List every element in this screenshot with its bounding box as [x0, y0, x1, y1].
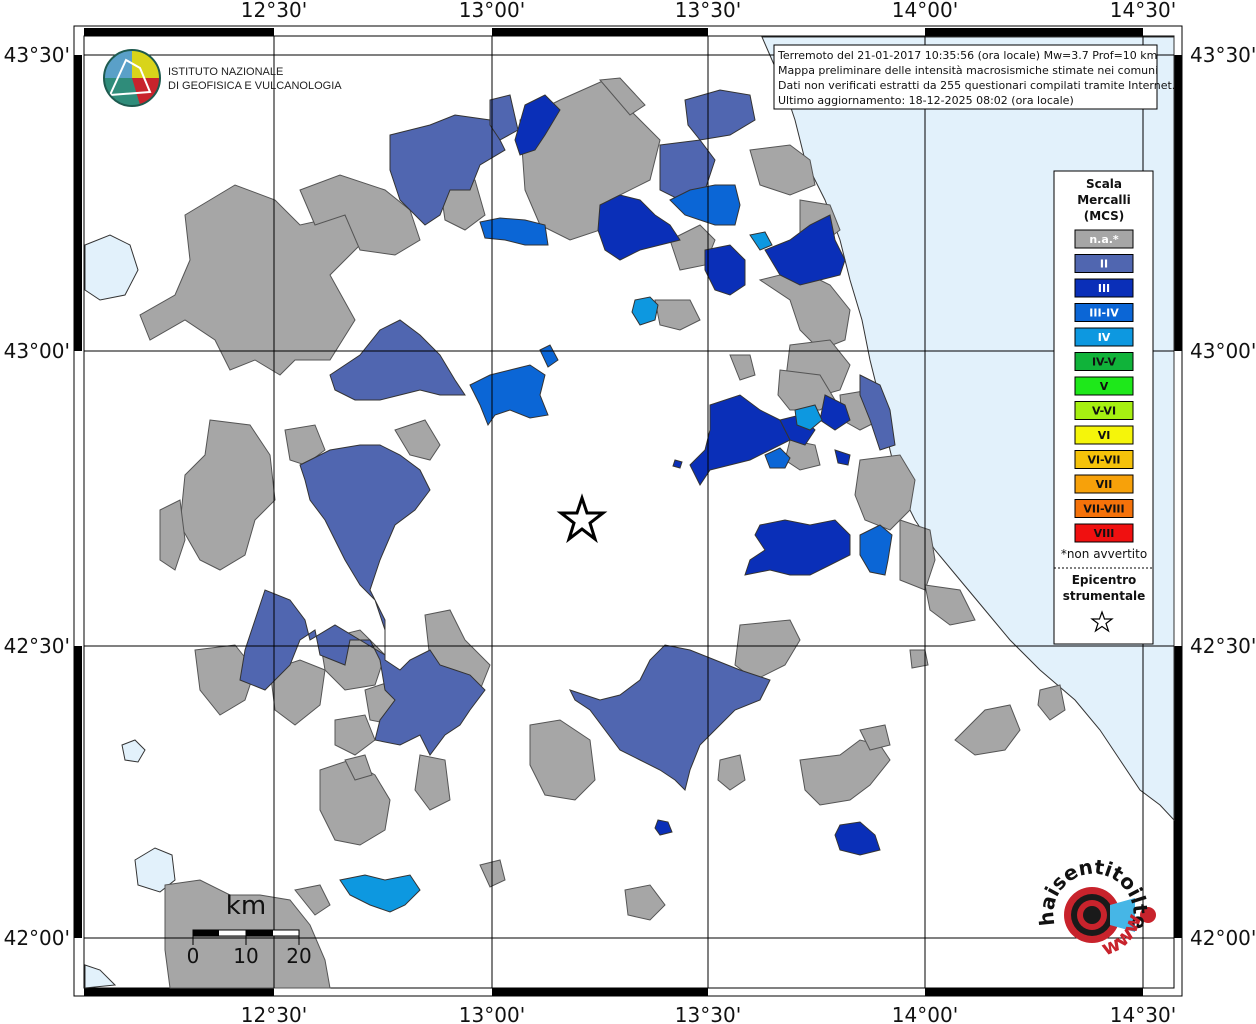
- lon-label-top-4: 14°00': [892, 0, 958, 22]
- lon-label-bottom-2: 13°00': [459, 1003, 525, 1024]
- legend-label: IV: [1098, 331, 1111, 344]
- lon-label-top-3: 13°30': [675, 0, 741, 22]
- legend-label: III-IV: [1089, 307, 1119, 320]
- lat-label-right-3: 42°30': [1190, 634, 1256, 658]
- legend-label: VII-VIII: [1083, 503, 1124, 516]
- legend-label: n.a.*: [1089, 233, 1119, 246]
- lat-labels-right: 43°30' 43°00' 42°30' 42°00': [1190, 43, 1256, 950]
- legend-label: IV-V: [1092, 356, 1117, 369]
- legend-label: VI-VII: [1087, 454, 1120, 467]
- lat-label-left-2: 43°00': [4, 339, 70, 363]
- scale-unit: km: [226, 891, 266, 921]
- lon-label-top-1: 12°30': [241, 0, 307, 22]
- scale-label-0: 0: [187, 944, 200, 968]
- legend-title-3: (MCS): [1084, 209, 1125, 223]
- logo-line-1: ISTITUTO NAZIONALE: [168, 66, 283, 78]
- lat-label-left-1: 43°30': [4, 43, 70, 67]
- legend-epicenter-2: strumentale: [1063, 589, 1146, 603]
- globe-logo-icon: [103, 49, 161, 107]
- lon-label-bottom-5: 14°30': [1110, 1003, 1176, 1024]
- legend-label: VII: [1096, 478, 1113, 491]
- legend-label: VIII: [1094, 527, 1115, 540]
- macroseismic-map: 12°30' 13°00' 13°30' 14°00' 14°30' 12°30…: [0, 0, 1256, 1024]
- lat-label-right-4: 42°00': [1190, 926, 1256, 950]
- lon-labels-bottom: 12°30' 13°00' 13°30' 14°00' 14°30': [241, 1003, 1176, 1024]
- info-line-1: Terremoto del 21-01-2017 10:35:56 (ora l…: [777, 49, 1157, 62]
- info-line-2: Mappa preliminare delle intensità macros…: [778, 64, 1158, 77]
- lon-label-top-2: 13°00': [459, 0, 525, 22]
- lon-labels-top: 12°30' 13°00' 13°30' 14°00' 14°30': [241, 0, 1176, 22]
- lat-label-right-1: 43°30': [1190, 43, 1256, 67]
- legend-epicenter-1: Epicentro: [1072, 573, 1137, 587]
- legend-label: II: [1100, 258, 1108, 271]
- lon-label-bottom-4: 14°00': [892, 1003, 958, 1024]
- lat-label-right-2: 43°00': [1190, 339, 1256, 363]
- info-line-3: Dati non verificati estratti da 255 ques…: [778, 79, 1175, 92]
- legend-label: V-VI: [1092, 405, 1116, 418]
- lon-label-bottom-3: 13°30': [675, 1003, 741, 1024]
- scale-label-10: 10: [233, 944, 258, 968]
- legend-title-1: Scala: [1086, 177, 1122, 191]
- legend-label: V: [1100, 380, 1109, 393]
- logo-line-2: DI GEOFISICA E VULCANOLOGIA: [168, 80, 342, 92]
- legend-note: *non avvertito: [1061, 547, 1147, 561]
- legend-label: VI: [1098, 429, 1111, 442]
- info-box: Terremoto del 21-01-2017 10:35:56 (ora l…: [773, 44, 1175, 110]
- legend-label: III: [1098, 282, 1110, 295]
- info-line-4: Ultimo aggiornamento: 18-12-2025 08:02 (…: [778, 94, 1074, 107]
- lat-labels-left: 43°30' 43°00' 42°30' 42°00': [4, 43, 70, 950]
- scale-label-20: 20: [286, 944, 311, 968]
- lat-label-left-3: 42°30': [4, 634, 70, 658]
- legend-title-2: Mercalli: [1077, 193, 1131, 207]
- lon-label-bottom-1: 12°30': [241, 1003, 307, 1024]
- legend: Scala Mercalli (MCS) n.a.*IIIIIIII-IVIVI…: [1053, 170, 1154, 645]
- lon-label-top-5: 14°30': [1110, 0, 1176, 22]
- lat-label-left-4: 42°00': [4, 926, 70, 950]
